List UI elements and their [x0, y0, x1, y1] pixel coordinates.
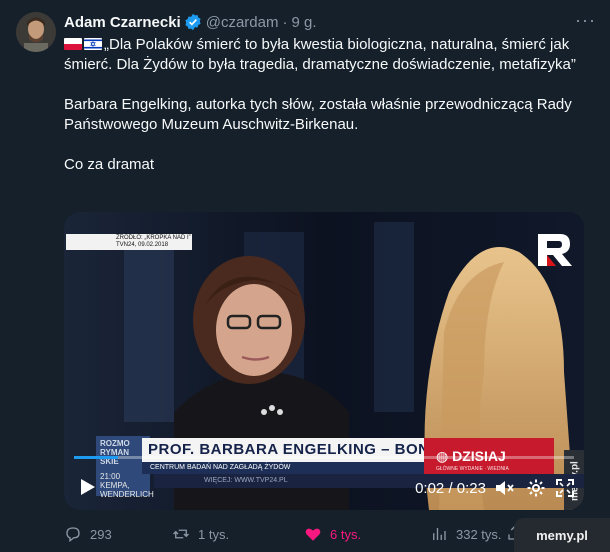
source-line-1: ŹRÓDŁO: „KROPKA NAD I”: [116, 235, 191, 241]
like-count: 6 tys.: [330, 526, 362, 542]
israel-flag-icon: [84, 38, 102, 50]
more-options-icon[interactable]: ···: [575, 10, 596, 31]
tweet-paragraph-1: „Dla Polaków śmierć to była kwestia biol…: [64, 35, 584, 75]
tweet-paragraph-2: Barbara Engelking, autorka tych słów, zo…: [64, 96, 572, 133]
video-controls: 0:02 / 0:23: [64, 474, 584, 504]
reply-button[interactable]: 293: [64, 525, 112, 543]
separator-dot: ·: [282, 13, 288, 31]
duration: 0:23: [456, 480, 486, 497]
fullscreen-icon[interactable]: [556, 479, 574, 497]
author-name[interactable]: Adam Czarnecki: [64, 14, 181, 31]
retweet-count: 1 tys.: [198, 526, 230, 542]
republika-logo-icon: [538, 234, 572, 266]
author-handle[interactable]: @czardam: [206, 14, 279, 31]
tweet-text: „Dla Polaków śmierć to była kwestia biol…: [64, 35, 584, 175]
video-progress-bar[interactable]: [74, 456, 574, 459]
verified-badge-icon: [184, 13, 202, 31]
reply-icon: [66, 527, 80, 543]
like-button[interactable]: 6 tys.: [304, 525, 361, 543]
lower-third-subtitle: CENTRUM BADAŃ NAD ZAGŁADĄ ŻYDÓW: [142, 462, 432, 474]
tweet-actions: 293 1 tys. 6 tys. 332 tys.: [64, 522, 504, 546]
source-line-2: TVN24, 09.02.2018: [116, 242, 169, 248]
source-caption: ŹRÓDŁO: „KROPKA NAD I” TVN24, 09.02.2018: [66, 234, 192, 250]
memy-watermark-badge: memy.pl: [514, 518, 610, 552]
mute-icon[interactable]: [494, 478, 514, 498]
views-count: 332 tys.: [456, 526, 502, 542]
program-subtitle: GŁÓWNE WYDANIE · WIEDNIA: [436, 466, 509, 472]
views-chart-icon: [433, 528, 446, 540]
reply-count: 293: [90, 526, 112, 542]
retweet-icon: [173, 529, 189, 539]
avatar-image: [16, 12, 56, 52]
avatar[interactable]: [16, 12, 56, 52]
heart-icon: [305, 528, 321, 541]
play-icon[interactable]: [80, 478, 96, 496]
tweet-header: Adam Czarnecki @czardam · 9 g.: [64, 12, 317, 32]
retweet-button[interactable]: 1 tys.: [172, 525, 229, 543]
quote-text: „Dla Polaków śmierć to była kwestia biol…: [64, 36, 576, 73]
current-time: 0:02: [415, 480, 445, 497]
poland-flag-icon: [64, 38, 82, 50]
views-button[interactable]: 332 tys.: [430, 525, 502, 543]
video-timecode: 0:02 / 0:23: [415, 480, 486, 497]
video-player[interactable]: ŹRÓDŁO: „KROPKA NAD I” TVN24, 09.02.2018…: [64, 212, 584, 510]
video-progress-fill: [74, 456, 118, 459]
settings-gear-icon[interactable]: [526, 478, 546, 498]
tweet-paragraph-3: Co za dramat: [64, 156, 155, 173]
tweet: Adam Czarnecki @czardam · 9 g. ··· „Dla …: [0, 0, 610, 552]
tweet-time[interactable]: 9 g.: [291, 14, 316, 31]
